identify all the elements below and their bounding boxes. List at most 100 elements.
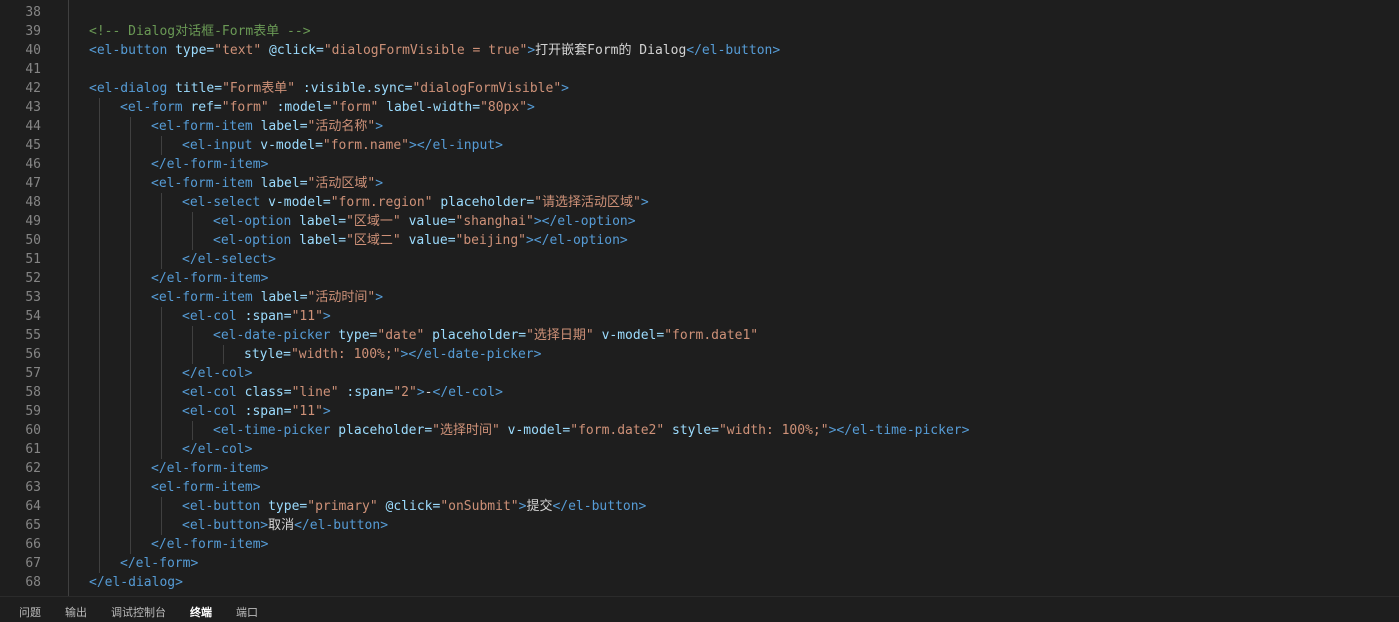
code-line[interactable]: 44 <el-form-item label="活动名称"> (0, 117, 1399, 136)
string-token: "区域一" (346, 214, 401, 229)
string-token: "Form表单" (222, 81, 296, 96)
code-line[interactable]: 46 </el-form-item> (0, 155, 1399, 174)
line-number: 55 (25, 328, 41, 343)
code-line[interactable]: 59 <el-col :span="11"> (0, 402, 1399, 421)
code-line[interactable]: 39 <!-- Dialog对话框-Form表单 --> (0, 22, 1399, 41)
html-tag-token: <el-input (182, 138, 253, 153)
code-line[interactable]: 50 <el-option label="区域二" value="beijing"… (0, 231, 1399, 250)
html-tag-token: <el-form-item> (151, 480, 261, 495)
code-line[interactable]: 48 <el-select v-model="form.region" place… (0, 193, 1399, 212)
code-line[interactable]: 56 style="width: 100%;"></el-date-picker> (0, 345, 1399, 364)
string-token: "活动名称" (307, 119, 376, 134)
code-line[interactable]: 43 <el-form ref="form" :model="form" labe… (0, 98, 1399, 117)
line-number: 68 (25, 575, 41, 590)
code-editor[interactable]: 38 39 <!-- Dialog对话框-Form表单 --> 40 <el-butto… (0, 0, 1399, 596)
line-code: </el-col> (182, 364, 252, 383)
attribute-token: label-width= (386, 100, 481, 115)
html-tag-token: ></el-input> (409, 138, 503, 153)
code-line[interactable]: 68 </el-dialog> (0, 573, 1399, 592)
panel-tab[interactable]: 问题 (19, 606, 41, 620)
code-line[interactable]: 55 <el-date-picker type="date" placeholde… (0, 326, 1399, 345)
string-token: "dialogFormVisible = true" (323, 43, 528, 58)
line-code: </el-select> (182, 250, 276, 269)
attribute-token: type= (338, 328, 378, 343)
html-tag-token: <el-form (120, 100, 183, 115)
line-code: </el-dialog> (89, 573, 183, 592)
code-line[interactable]: 66 </el-form-item> (0, 535, 1399, 554)
code-line[interactable]: 49 <el-option label="区域一" value="shanghai… (0, 212, 1399, 231)
line-code: <el-col :span="11"> (182, 402, 331, 421)
code-line[interactable]: 45 <el-input v-model="form.name"></el-inp… (0, 136, 1399, 155)
line-number: 43 (25, 100, 41, 115)
line-number: 60 (25, 423, 41, 438)
code-line[interactable]: 63 <el-form-item> (0, 478, 1399, 497)
line-code: <el-form ref="form" :model="form" label-… (120, 98, 535, 117)
attribute-token: placeholder= (432, 328, 527, 343)
code-line[interactable]: 47 <el-form-item label="活动区域"> (0, 174, 1399, 193)
html-tag-token: <el-col (182, 385, 237, 400)
line-number: 61 (25, 442, 41, 457)
code-line[interactable]: 41 (0, 60, 1399, 79)
line-number: 54 (25, 309, 41, 324)
code-line[interactable]: 65 <el-button>取消</el-button> (0, 516, 1399, 535)
line-code: </el-col> (182, 440, 252, 459)
line-number: 51 (25, 252, 41, 267)
string-token: "11" (291, 404, 323, 419)
attribute-token: @click= (269, 43, 324, 58)
line-number: 39 (25, 24, 41, 39)
html-tag-token: </el-form-item> (151, 157, 269, 172)
code-line[interactable]: 53 <el-form-item label="活动时间"> (0, 288, 1399, 307)
html-tag-token: <el-form-item (151, 176, 253, 191)
code-line[interactable]: 62 </el-form-item> (0, 459, 1399, 478)
indent-guide (192, 326, 193, 364)
html-tag-token: ></el-option> (525, 233, 628, 248)
line-code: <el-form-item> (151, 478, 261, 497)
string-token: "form.name" (322, 138, 409, 153)
attribute-token: @click= (385, 499, 441, 514)
line-code: <el-input v-model="form.name"></el-input… (182, 136, 503, 155)
html-tag-token: > (561, 81, 569, 96)
code-line[interactable]: 38 (0, 3, 1399, 22)
code-line[interactable]: 61 </el-col> (0, 440, 1399, 459)
line-number: 41 (25, 62, 41, 77)
attribute-token: placeholder= (440, 195, 535, 210)
code-line[interactable]: 57 </el-col> (0, 364, 1399, 383)
string-token: "活动区域" (307, 176, 376, 191)
attribute-token: :visible.sync= (302, 81, 413, 96)
code-line[interactable]: 58 <el-col class="line" :span="2">-</el-c… (0, 383, 1399, 402)
code-line[interactable]: 42 <el-dialog title="Form表单" :visible.syn… (0, 79, 1399, 98)
panel-tab[interactable]: 调试控制台 (111, 606, 166, 620)
code-line[interactable]: 54 <el-col :span="11"> (0, 307, 1399, 326)
code-line[interactable]: 64 <el-button type="primary" @click="onSu… (0, 497, 1399, 516)
string-token: "form.region" (330, 195, 433, 210)
code-line[interactable]: 52 </el-form-item> (0, 269, 1399, 288)
html-tag-token: > (527, 43, 536, 58)
line-code: <!-- Dialog对话框-Form表单 --> (89, 22, 311, 41)
panel-tab[interactable]: 终端 (190, 606, 212, 620)
code-line[interactable]: 67 </el-form> (0, 554, 1399, 573)
code-line[interactable]: 60 <el-time-picker placeholder="选择时间" v-m… (0, 421, 1399, 440)
string-token: "选择日期" (526, 328, 594, 343)
html-tag-token: ></el-option> (533, 214, 636, 229)
text-token: 取消 (268, 518, 295, 533)
code-line[interactable]: 40 <el-button type="text" @click="dialogF… (0, 41, 1399, 60)
html-tag-token: </el-col> (182, 366, 253, 381)
panel-tab[interactable]: 端口 (236, 606, 258, 620)
panel-tab[interactable]: 输出 (65, 606, 87, 620)
code-line[interactable]: 51 </el-select> (0, 250, 1399, 269)
html-tag-token: <el-button (89, 43, 168, 58)
attribute-token: ref= (190, 100, 222, 115)
html-tag-token: <el-col (182, 404, 237, 419)
html-tag-token: > (527, 100, 535, 115)
string-token: "80px" (480, 100, 528, 115)
html-tag-token: <el-option (213, 214, 292, 229)
line-number: 62 (25, 461, 41, 476)
html-tag-token: ></el-date-picker> (400, 347, 542, 362)
